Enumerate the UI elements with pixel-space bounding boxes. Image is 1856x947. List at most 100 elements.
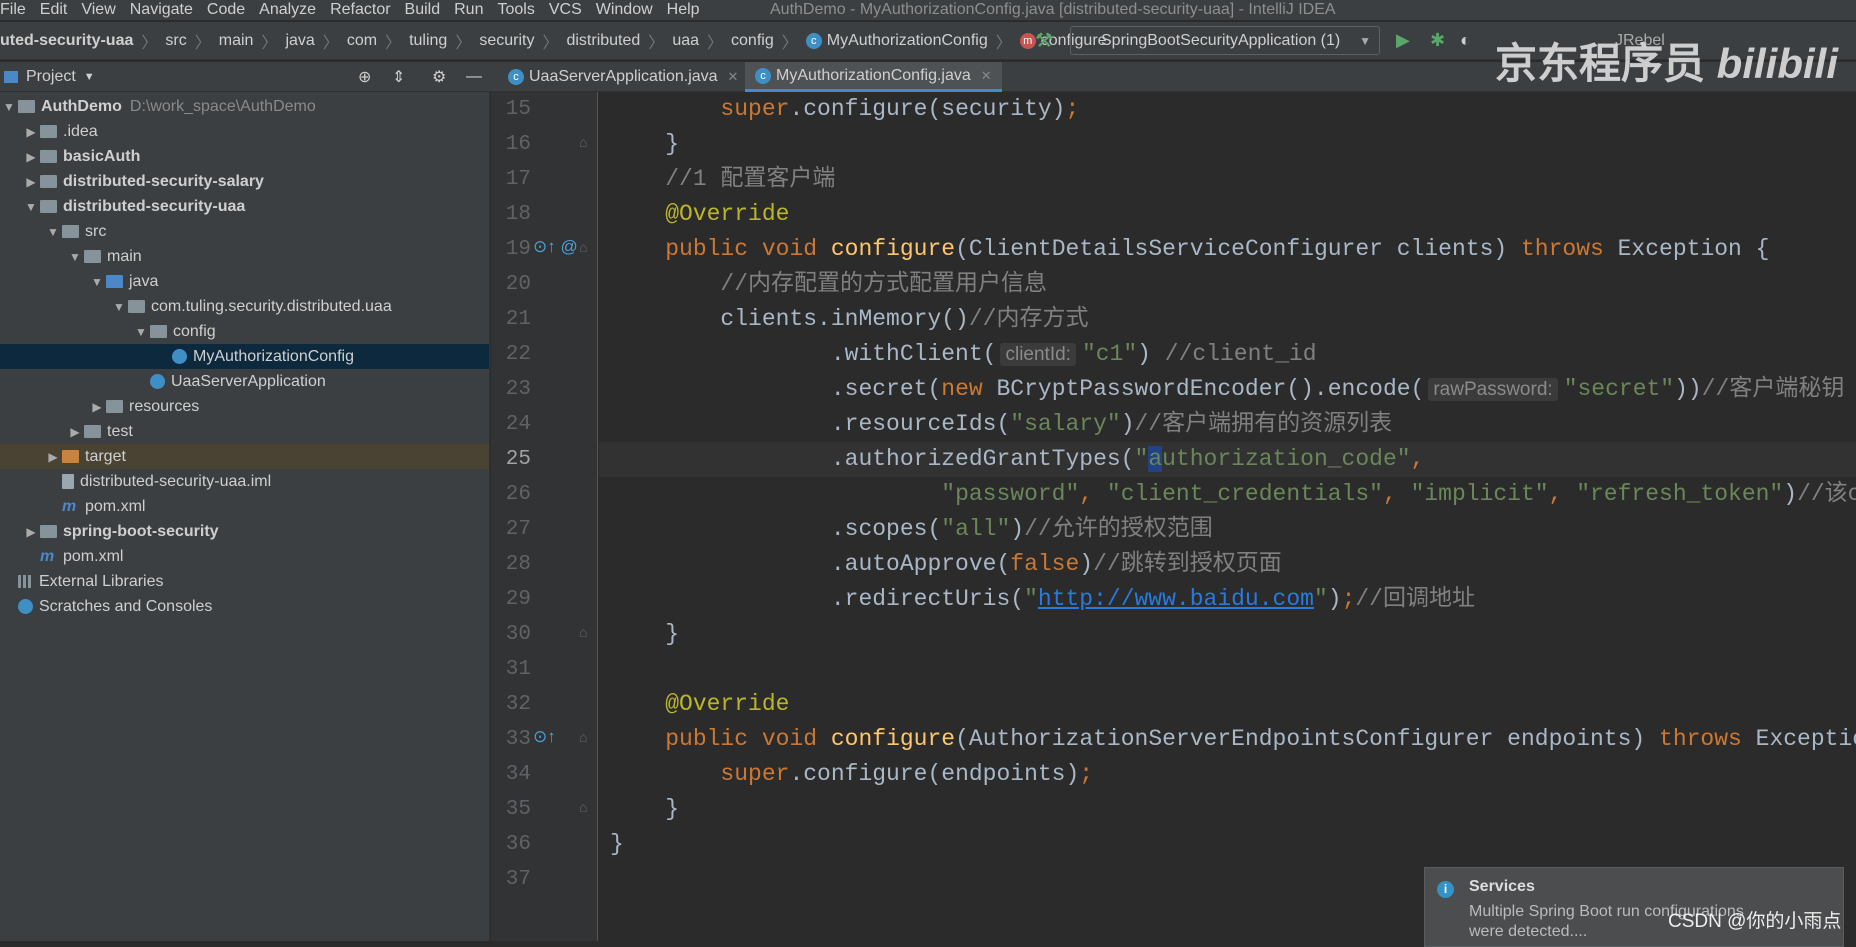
breadcrumb-item[interactable]: com 〉 (347, 29, 409, 53)
breadcrumb-item[interactable]: uted-security-uaa 〉 (0, 29, 165, 53)
build-icon[interactable]: ⚒ (1035, 28, 1053, 53)
tree-item[interactable]: ▶ .idea (0, 119, 489, 144)
menu-build[interactable]: Build (405, 1, 441, 19)
code-token: .autoApprove( (610, 551, 1011, 577)
menu-vcs[interactable]: VCS (549, 1, 582, 19)
fold-icon[interactable]: ⌂ (579, 799, 587, 815)
tree-item[interactable]: Scratches and Consoles (0, 594, 489, 619)
tree-item[interactable]: ▶ target (0, 444, 489, 469)
collapsed-arrow-icon[interactable]: ▶ (22, 175, 40, 189)
tree-item[interactable]: ▼ com.tuling.security.distributed.uaa (0, 294, 489, 319)
collapsed-arrow-icon[interactable]: ▶ (44, 450, 62, 464)
debug-icon[interactable]: ✱ (1430, 30, 1445, 51)
tree-item[interactable]: ▼ config (0, 319, 489, 344)
coverage-icon[interactable]: ◐ (1460, 30, 1471, 51)
fold-icon[interactable]: ⌂ (579, 134, 587, 150)
fold-icon[interactable]: ⌂ (579, 624, 587, 640)
expanded-arrow-icon[interactable]: ▼ (0, 100, 18, 114)
tree-item[interactable]: ▶ resources (0, 394, 489, 419)
expanded-arrow-icon[interactable]: ▼ (132, 325, 150, 339)
project-view-selector[interactable]: Project (26, 68, 76, 86)
expanded-arrow-icon[interactable]: ▼ (66, 250, 84, 264)
code-token: throws (1659, 726, 1756, 752)
breadcrumb-item[interactable]: config 〉 (731, 29, 806, 53)
expanded-arrow-icon[interactable]: ▼ (22, 200, 40, 214)
menu-refactor[interactable]: Refactor (330, 1, 390, 19)
tree-item[interactable]: m pom.xml (0, 494, 489, 519)
run-icon[interactable]: ▶ (1396, 30, 1410, 51)
line-number: 27 (505, 518, 531, 541)
tree-item[interactable]: ▼ AuthDemo D:\work_space\AuthDemo (0, 94, 489, 119)
breadcrumb-item[interactable]: c MyAuthorizationConfig 〉 (805, 29, 1020, 53)
code-line: super.configure(endpoints); (610, 757, 1093, 792)
tree-item[interactable]: ▼ java (0, 269, 489, 294)
tree-item[interactable]: distributed-security-uaa.iml (0, 469, 489, 494)
menu-help[interactable]: Help (667, 1, 700, 19)
menu-file[interactable]: File (0, 1, 26, 19)
menu-tools[interactable]: Tools (497, 1, 534, 19)
code-token: "secret" (1563, 376, 1675, 402)
tree-item-label: pom.xml (85, 497, 146, 515)
tree-item[interactable]: ▼ distributed-security-uaa (0, 194, 489, 219)
close-icon[interactable]: ✕ (728, 69, 739, 85)
chevron-right-icon: 〉 (707, 34, 724, 52)
gear-icon[interactable]: ⚙ (432, 67, 446, 87)
code-line: clients.inMemory()//内存方式 (610, 302, 1088, 337)
override-gutter-icon[interactable]: ⊙↑ (533, 727, 556, 747)
breadcrumb-item[interactable]: main 〉 (219, 29, 286, 53)
tree-item[interactable]: ▼ main (0, 244, 489, 269)
breadcrumb-item[interactable]: distributed 〉 (566, 29, 672, 53)
breadcrumb-item[interactable]: security 〉 (479, 29, 566, 53)
url-link[interactable]: http://www.baidu.com (1038, 586, 1314, 612)
close-icon[interactable]: ✕ (981, 68, 992, 84)
line-number: 19 (505, 238, 531, 261)
menu-code[interactable]: Code (207, 1, 245, 19)
code-line: .withClient(clientId: "c1") //client_id (610, 337, 1317, 372)
tree-item[interactable]: ▶ spring-boot-security (0, 519, 489, 544)
collapsed-arrow-icon[interactable]: ▶ (22, 125, 40, 139)
override-gutter-icon[interactable]: ⊙↑ @ (533, 237, 578, 257)
line-number: 25 (505, 448, 531, 471)
breadcrumb-item[interactable]: src 〉 (165, 29, 218, 53)
expanded-arrow-icon[interactable]: ▼ (110, 300, 128, 314)
code-token: false (1010, 551, 1080, 577)
run-config-selector[interactable]: SpringBootSecurityApplication (1) ▼ (1070, 26, 1380, 55)
fold-icon[interactable]: ⌂ (579, 729, 587, 745)
breadcrumb-item[interactable]: uaa 〉 (672, 29, 731, 53)
expanded-arrow-icon[interactable]: ▼ (88, 275, 106, 289)
menu-edit[interactable]: Edit (40, 1, 68, 19)
menu-window[interactable]: Window (596, 1, 653, 19)
tree-item[interactable]: ▶ basicAuth (0, 144, 489, 169)
collapsed-arrow-icon[interactable]: ▶ (22, 525, 40, 539)
code-token: new (941, 376, 997, 402)
project-panel-header: Project ▼ ⊕ ⇕ ⚙ — (0, 62, 490, 92)
tab-uaaserverapplication[interactable]: c UaaServerApplication.java ✕ (498, 62, 748, 92)
tree-item[interactable]: UaaServerApplication (0, 369, 489, 394)
tree-item[interactable]: MyAuthorizationConfig (0, 344, 489, 369)
menu-analyze[interactable]: Analyze (259, 1, 316, 19)
tree-item[interactable]: ▼ src (0, 219, 489, 244)
breadcrumb-item[interactable]: java 〉 (285, 29, 346, 53)
menu-run[interactable]: Run (454, 1, 483, 19)
code-editor[interactable]: super.configure(security); } //1 配置客户端 @… (599, 92, 1856, 941)
locate-icon[interactable]: ⊕ (358, 67, 371, 87)
cls-icon (150, 374, 165, 389)
menu-navigate[interactable]: Navigate (130, 1, 193, 19)
tree-item[interactable]: ▶ distributed-security-salary (0, 169, 489, 194)
code-token: "refresh_token" (1576, 481, 1784, 507)
tab-myauthorizationconfig[interactable]: c MyAuthorizationConfig.java ✕ (745, 62, 1002, 92)
breadcrumb-item[interactable]: tuling 〉 (409, 29, 479, 53)
expanded-arrow-icon[interactable]: ▼ (44, 225, 62, 239)
collapsed-arrow-icon[interactable]: ▶ (66, 425, 84, 439)
tree-item[interactable]: m pom.xml (0, 544, 489, 569)
collapse-icon[interactable]: ⇕ (392, 67, 405, 87)
collapsed-arrow-icon[interactable]: ▶ (88, 400, 106, 414)
tree-item[interactable]: External Libraries (0, 569, 489, 594)
fold-icon[interactable]: ⌂ (579, 239, 587, 255)
menu-view[interactable]: View (81, 1, 115, 19)
collapsed-arrow-icon[interactable]: ▶ (22, 150, 40, 164)
module-icon (18, 100, 35, 113)
tree-item[interactable]: ▶ test (0, 419, 489, 444)
hide-icon[interactable]: — (466, 68, 482, 86)
code-line: @Override (610, 197, 789, 232)
